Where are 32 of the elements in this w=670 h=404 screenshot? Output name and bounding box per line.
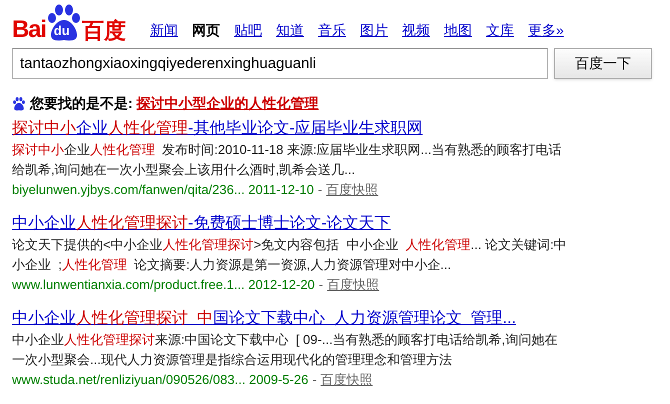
logo-text: du [54, 24, 70, 37]
result-url: www.lunwentianxia.com/product.free.1... 2012-12-20 [12, 276, 315, 294]
result-snippet: 论文天下提供的<中小企业人性化管理探讨>免文内容包括 中小企业 人性化管理... 论文关键词:中小企业 ;人性化管理 论文摘要:人力资源是第一资源,人力资源管理对中小企... [12, 236, 568, 274]
suggestion-label: 您要找的是不是: [30, 94, 133, 113]
result-snippet: 探讨中小企业人性化管理 发布时间:2010-11-18 来源:应届毕业生求职网...当有熟悉的顾客打电话给凯希,询问她在一次小型聚会上该用什么酒时,凯希会送几... [12, 141, 562, 179]
nav-tab[interactable]: 文库 [486, 20, 514, 41]
separator: - [311, 371, 318, 389]
paw-icon [12, 96, 26, 110]
nav-tab[interactable]: 视频 [402, 20, 430, 41]
nav-tab[interactable]: 地图 [444, 20, 472, 41]
suggestion-link[interactable]: 探讨中小型企业的人性化管理 [136, 93, 319, 114]
nav-tab[interactable]: 贴吧 [234, 20, 262, 41]
separator: - [318, 276, 324, 294]
nav-tab[interactable]: 网页 [192, 20, 220, 41]
nav-tab[interactable]: 图片 [360, 20, 388, 41]
result-url: www.studa.net/renliziyuan/090526/083... 2009-5-26 [12, 371, 308, 389]
nav-tab[interactable]: 新闻 [150, 20, 178, 41]
result-snippet: 中小企业人性化管理探讨来源:中国论文下载中心 [ 09-...当有熟悉的顾客打电话给凯希,询问她在一次小型聚会...现代人力资源管理是指综合运用现代化的管理理念和管理方法 [12, 331, 558, 369]
search-field[interactable]: tantaozhongxiaoxingqiyederenxinghuaguanli [12, 48, 548, 79]
search-button[interactable]: 百度一下 [554, 48, 652, 79]
result-url: biyelunwen.yjbys.com/fanwen/qita/236... 2011-12-10 [12, 181, 314, 199]
separator: - [316, 181, 324, 199]
cache-link[interactable]: 百度快照 [326, 180, 378, 200]
nav-tab[interactable]: 更多» [528, 20, 564, 41]
logo[interactable]: Bai du 百度 [12, 2, 138, 42]
logo-text: Bai [12, 18, 46, 42]
cache-link[interactable]: 百度快照 [327, 275, 380, 295]
cache-link[interactable]: 百度快照 [320, 370, 373, 390]
logo-text: 百度 [82, 20, 126, 42]
nav-tab[interactable]: 音乐 [318, 20, 346, 41]
nav-tab[interactable]: 知道 [276, 20, 304, 41]
paw-icon [46, 4, 81, 42]
